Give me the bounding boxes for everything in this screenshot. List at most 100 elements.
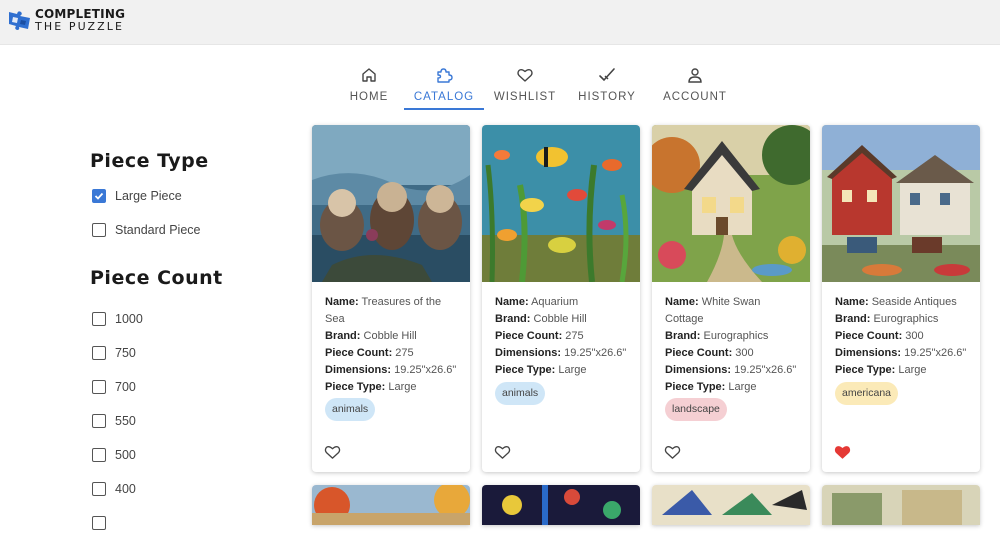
nav-catalog[interactable]: CATALOG: [404, 62, 484, 110]
field-label: Piece Type:: [835, 363, 896, 376]
logo[interactable]: COMPLETING THE PUZZLE: [8, 8, 125, 33]
heart-outline-icon[interactable]: [664, 444, 681, 460]
filter-count-700[interactable]: 700: [90, 370, 290, 404]
field-label: Dimensions:: [665, 363, 732, 376]
field-label: Piece Type:: [495, 363, 556, 376]
filter-count-500[interactable]: 500: [90, 438, 290, 472]
check-icon: [94, 192, 104, 200]
logo-subtitle: THE PUZZLE: [35, 20, 125, 33]
field-label: Brand:: [665, 329, 701, 342]
nav-account[interactable]: ACCOUNT: [654, 62, 736, 110]
filter-label: 400: [115, 482, 136, 496]
product-dims-value: 19.25"x26.6": [394, 363, 457, 376]
category-tag[interactable]: americana: [835, 381, 899, 405]
product-card[interactable]: Name: Treasures of the Sea Brand: Cobble…: [312, 125, 470, 472]
product-name: Name: Seaside Antiques: [835, 294, 967, 311]
product-name: Name: White Swan Cottage: [665, 294, 797, 328]
field-label: Name:: [325, 296, 359, 308]
category-tag[interactable]: landscape: [665, 398, 727, 422]
product-dims-value: 19.25"x26.6": [734, 363, 797, 376]
product-name: Name: Aquarium: [495, 294, 627, 311]
product-info: Name: Seaside Antiques Brand: Eurographi…: [822, 282, 980, 405]
product-count: Piece Count: 275: [325, 345, 457, 362]
field-label: Brand:: [325, 329, 361, 342]
heart-outline-icon[interactable]: [494, 444, 511, 460]
product-card[interactable]: Name: Seaside Antiques Brand: Eurographi…: [822, 125, 980, 472]
filter-count-400[interactable]: 400: [90, 472, 290, 506]
filter-count-1000[interactable]: 1000: [90, 302, 290, 336]
field-label: Dimensions:: [325, 363, 392, 376]
product-count: Piece Count: 300: [665, 345, 797, 362]
field-label: Dimensions:: [835, 346, 902, 359]
puzzle-image-stars[interactable]: [482, 485, 640, 525]
checkbox[interactable]: [92, 516, 106, 530]
checkbox-checked[interactable]: [92, 189, 106, 203]
home-icon: [362, 68, 376, 82]
product-card[interactable]: [312, 485, 470, 525]
product-type-value: Large: [388, 380, 417, 393]
checkbox[interactable]: [92, 312, 106, 326]
nav-home-label: HOME: [349, 91, 389, 103]
product-dims: Dimensions: 19.25"x26.6": [835, 345, 967, 362]
heart-outline-icon[interactable]: [324, 444, 341, 460]
product-count-value: 300: [905, 329, 924, 342]
product-card[interactable]: [652, 485, 810, 525]
product-type: Piece Type: Large: [835, 362, 967, 379]
product-card[interactable]: [822, 485, 980, 525]
category-tag[interactable]: animals: [325, 398, 376, 422]
checkbox[interactable]: [92, 346, 106, 360]
puzzle-image-seaside-antiques[interactable]: [822, 125, 980, 282]
nav-home[interactable]: HOME: [340, 62, 398, 110]
filter-count-550[interactable]: 550: [90, 404, 290, 438]
heart-icon: [517, 69, 533, 82]
checkbox[interactable]: [92, 223, 106, 237]
filter-label: 550: [115, 414, 136, 428]
field-label: Piece Count:: [495, 329, 563, 342]
product-info: Name: White Swan Cottage Brand: Eurograp…: [652, 282, 810, 422]
category-tag[interactable]: animals: [495, 381, 546, 405]
puzzle-image-birds[interactable]: [652, 485, 810, 525]
product-dims: Dimensions: 19.25"x26.6": [325, 362, 457, 379]
puzzle-logo-icon: [9, 11, 30, 31]
nav-history[interactable]: HISTORY: [568, 62, 646, 110]
product-card[interactable]: Name: White Swan Cottage Brand: Eurograp…: [652, 125, 810, 472]
product-brand-value: Cobble Hill: [363, 329, 417, 342]
product-brand-value: Eurographics: [703, 329, 769, 342]
product-count-value: 300: [735, 346, 754, 359]
puzzle-image-sea-otters[interactable]: [312, 125, 470, 282]
field-label: Piece Type:: [325, 380, 386, 393]
filter-count-more[interactable]: [90, 506, 290, 540]
checkbox[interactable]: [92, 380, 106, 394]
field-label: Brand:: [495, 312, 531, 325]
nav-wishlist[interactable]: WISHLIST: [484, 62, 566, 110]
product-brand: Brand: Cobble Hill: [495, 311, 627, 328]
main-nav: HOME CATALOG WISHLIST HISTORY ACCOUNT: [340, 62, 736, 110]
checkbox[interactable]: [92, 448, 106, 462]
product-type-value: Large: [728, 380, 757, 393]
product-type-value: Large: [558, 363, 587, 376]
puzzle-piece-icon: [437, 68, 453, 83]
product-card[interactable]: [482, 485, 640, 525]
product-name-value: Aquarium: [531, 296, 579, 308]
puzzle-image-aquarium[interactable]: [482, 125, 640, 282]
filter-label: Large Piece: [115, 189, 182, 203]
product-dims-value: 19.25"x26.6": [564, 346, 627, 359]
filter-standard-piece[interactable]: Standard Piece: [90, 213, 290, 247]
filter-count-750[interactable]: 750: [90, 336, 290, 370]
product-card[interactable]: Name: Aquarium Brand: Cobble Hill Piece …: [482, 125, 640, 472]
checkbox[interactable]: [92, 482, 106, 496]
nav-account-label: ACCOUNT: [663, 91, 727, 103]
nav-wishlist-label: WISHLIST: [493, 91, 557, 103]
product-name-value: Seaside Antiques: [871, 296, 957, 308]
nav-catalog-label: CATALOG: [413, 91, 475, 103]
puzzle-image-street[interactable]: [822, 485, 980, 525]
field-label: Piece Count:: [835, 329, 903, 342]
checkbox[interactable]: [92, 414, 106, 428]
puzzle-image-cottage[interactable]: [652, 125, 810, 282]
product-brand: Brand: Eurographics: [665, 328, 797, 345]
product-type: Piece Type: Large: [665, 379, 797, 396]
piece-count-heading: Piece Count: [90, 267, 223, 289]
puzzle-image-autumn[interactable]: [312, 485, 470, 525]
heart-filled-icon[interactable]: [834, 444, 851, 460]
filter-large-piece[interactable]: Large Piece: [90, 179, 290, 213]
